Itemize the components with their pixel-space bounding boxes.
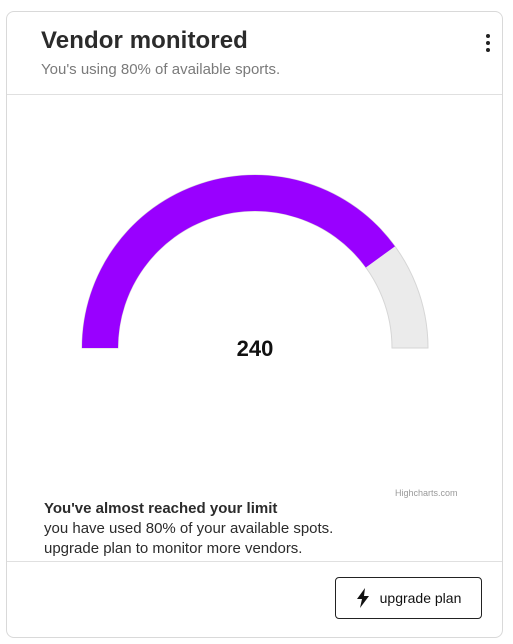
upgrade-plan-button[interactable]: upgrade plan (335, 577, 482, 619)
gauge-fill (82, 175, 395, 348)
upgrade-plan-label: upgrade plan (379, 590, 462, 606)
lightning-bolt-icon (356, 588, 369, 608)
gauge-chart: 240 Highcharts.com (7, 95, 502, 498)
gauge-svg: 240 (81, 174, 429, 361)
card-footer: upgrade plan (7, 561, 502, 639)
card-subtitle: You's using 80% of available sports. (41, 61, 281, 78)
vendor-monitored-card: Vendor monitored You's using 80% of avai… (6, 11, 503, 638)
card-header: Vendor monitored You's using 80% of avai… (7, 12, 502, 95)
card-title: Vendor monitored (41, 27, 248, 54)
limit-warning-title: You've almost reached your limit (44, 500, 278, 517)
more-vertical-icon[interactable] (480, 32, 496, 54)
gauge-value-label: 240 (237, 336, 274, 361)
highcharts-credits[interactable]: Highcharts.com (395, 488, 458, 498)
limit-warning-text: upgrade plan to monitor more vendors. (44, 540, 303, 557)
limit-warning-text: you have used 80% of your available spot… (44, 520, 334, 537)
